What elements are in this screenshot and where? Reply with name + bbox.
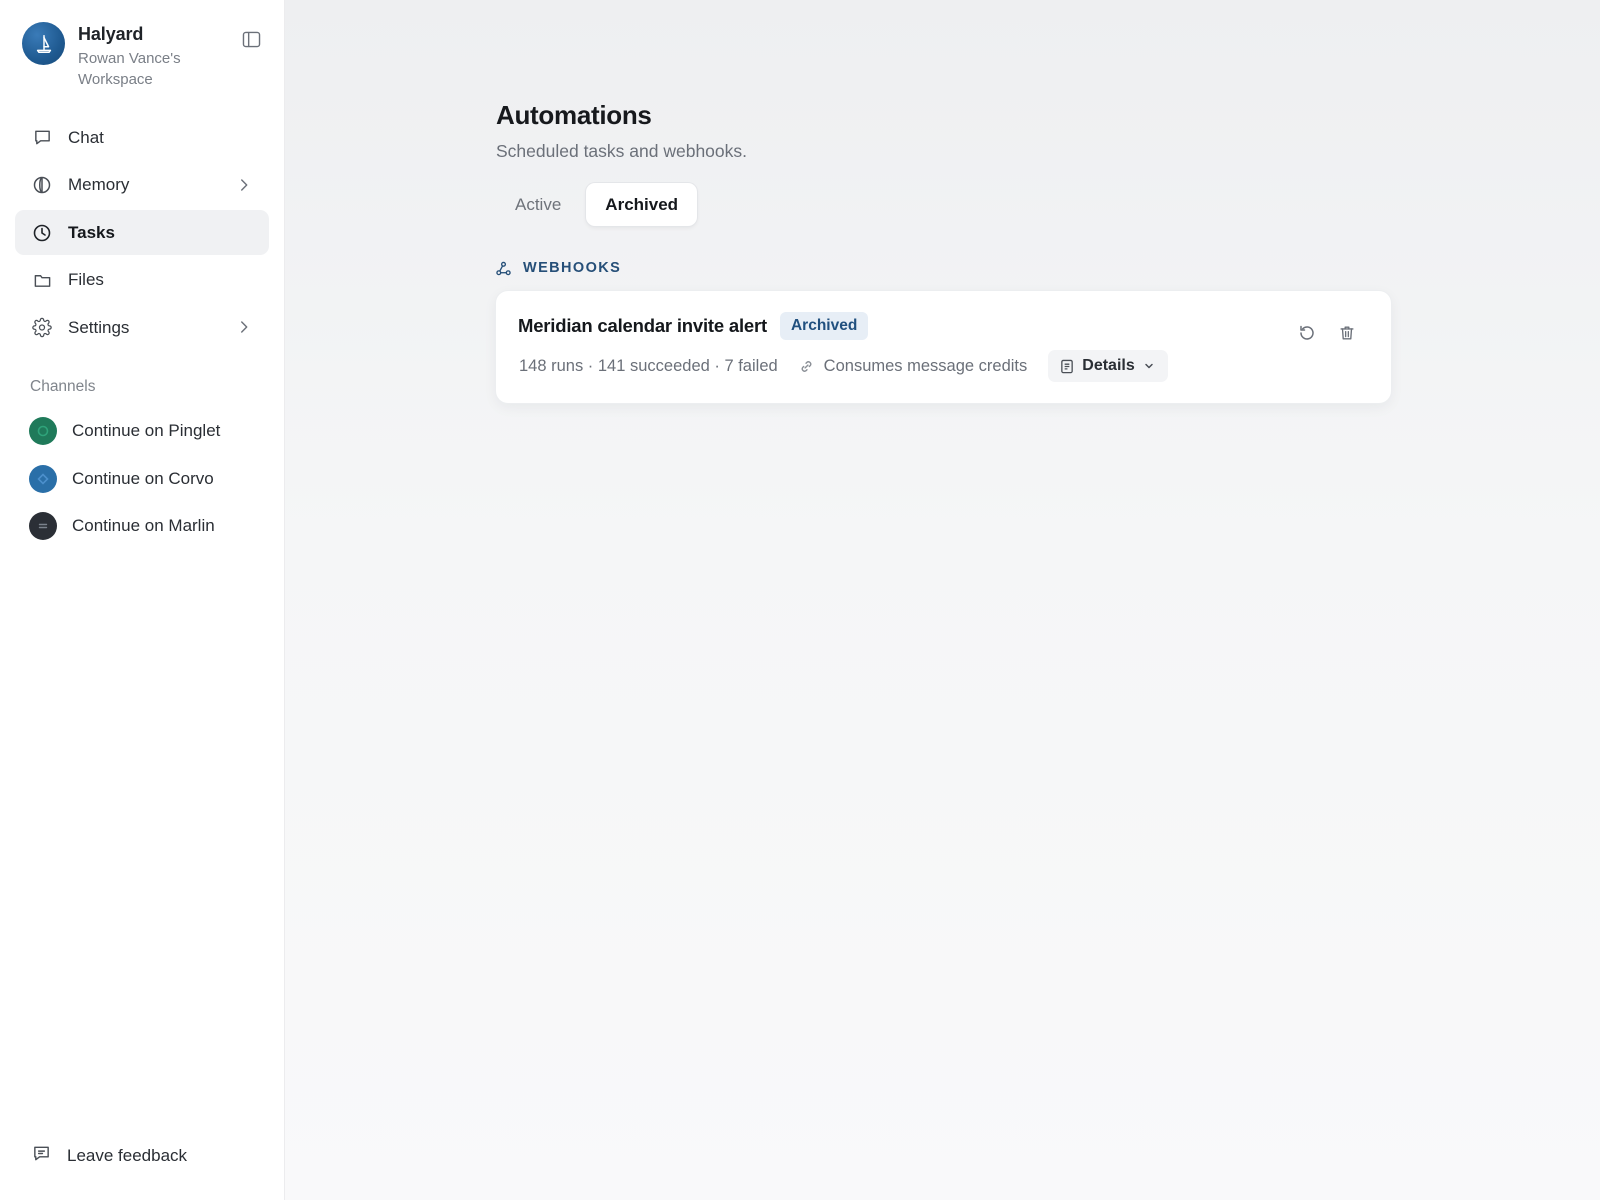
webhook-title: Meridian calendar invite alert bbox=[518, 315, 767, 336]
channel-label: Continue on Corvo bbox=[72, 468, 214, 488]
workspace-name: Halyard bbox=[78, 24, 144, 44]
workspace-header: Halyard Rowan Vance's Workspace bbox=[0, 0, 284, 110]
link-icon bbox=[801, 360, 812, 372]
document-icon bbox=[1061, 359, 1074, 373]
restore-icon bbox=[1300, 325, 1314, 340]
feedback-label: Leave feedback bbox=[67, 1146, 188, 1165]
delete-button[interactable] bbox=[1333, 319, 1361, 347]
webhook-icon bbox=[496, 261, 511, 275]
chevron-right-icon bbox=[241, 321, 248, 333]
leave-feedback-button[interactable]: Leave feedback bbox=[15, 1136, 270, 1176]
clock-icon bbox=[32, 223, 52, 243]
feedback-icon bbox=[32, 1144, 51, 1168]
chevron-right-icon bbox=[241, 178, 248, 191]
folder-icon bbox=[32, 270, 52, 290]
page-subtitle: Scheduled tasks and webhooks. bbox=[496, 141, 747, 161]
main-content: Automations Scheduled tasks and webhooks… bbox=[285, 0, 1600, 1200]
sidebar-item-label: Memory bbox=[68, 175, 130, 194]
marlin-logo-icon bbox=[29, 512, 57, 541]
workspace-subtitle: Rowan Vance's Workspace bbox=[78, 50, 181, 88]
channel-label: Continue on Pinglet bbox=[72, 421, 221, 441]
pinglet-logo-icon bbox=[29, 417, 57, 446]
sailboat-icon bbox=[36, 34, 51, 53]
page-title: Automations bbox=[496, 100, 652, 130]
sidebar-item-label: Chat bbox=[68, 127, 104, 147]
webhook-card[interactable]: Meridian calendar invite alert Archived … bbox=[496, 291, 1391, 403]
corvo-logo-icon bbox=[29, 464, 57, 493]
channel-pinglet[interactable]: Continue on Pinglet bbox=[0, 408, 284, 456]
workspace-avatar[interactable] bbox=[22, 22, 65, 65]
channels-list: Continue on Pinglet Continue on Corvo Co… bbox=[0, 408, 284, 551]
chevron-down-icon bbox=[1144, 363, 1153, 369]
details-label: Details bbox=[1082, 357, 1135, 374]
credits-note: Consumes message credits bbox=[799, 356, 1028, 376]
sidebar-item-label: Settings bbox=[68, 317, 130, 337]
credits-label: Consumes message credits bbox=[823, 356, 1028, 375]
sidebar: Halyard Rowan Vance's Workspace Chat Mem… bbox=[0, 0, 285, 1200]
sidebar-item-label: Tasks bbox=[68, 222, 115, 242]
webhooks-section-header: WEBHOOKS bbox=[496, 260, 1391, 276]
automation-tabs: Active Archived bbox=[496, 183, 1391, 226]
sidebar-item-tasks[interactable]: Tasks bbox=[15, 210, 269, 255]
sidebar-panel-icon bbox=[242, 31, 260, 47]
channels-heading: Channels bbox=[30, 377, 96, 395]
sidebar-item-settings[interactable]: Settings bbox=[15, 305, 269, 350]
channel-marlin[interactable]: Continue on Marlin bbox=[0, 503, 284, 551]
sidebar-item-files[interactable]: Files bbox=[15, 258, 269, 303]
sidebar-item-memory[interactable]: Memory bbox=[15, 163, 269, 208]
channel-label: Continue on Marlin bbox=[72, 516, 215, 536]
run-stats: 148 runs · 141 succeeded · 7 failed bbox=[519, 356, 778, 375]
section-title: WEBHOOKS bbox=[523, 260, 622, 276]
details-dropdown-button[interactable]: Details bbox=[1048, 350, 1168, 382]
trash-icon bbox=[1340, 326, 1354, 340]
gear-icon bbox=[32, 317, 52, 338]
sidebar-item-label: Files bbox=[68, 270, 104, 289]
channel-corvo[interactable]: Continue on Corvo bbox=[0, 455, 284, 503]
tab-active[interactable]: Active bbox=[496, 183, 580, 226]
sidebar-toggle-button[interactable] bbox=[240, 28, 262, 50]
restore-button[interactable] bbox=[1293, 319, 1321, 347]
chat-bubble-icon bbox=[32, 128, 52, 148]
sidebar-nav: Chat Memory Tasks Files Settings bbox=[0, 115, 284, 353]
tab-archived[interactable]: Archived bbox=[586, 183, 698, 226]
status-badge: Archived bbox=[779, 312, 869, 340]
brain-icon bbox=[32, 175, 52, 195]
sidebar-item-chat[interactable]: Chat bbox=[15, 115, 269, 160]
